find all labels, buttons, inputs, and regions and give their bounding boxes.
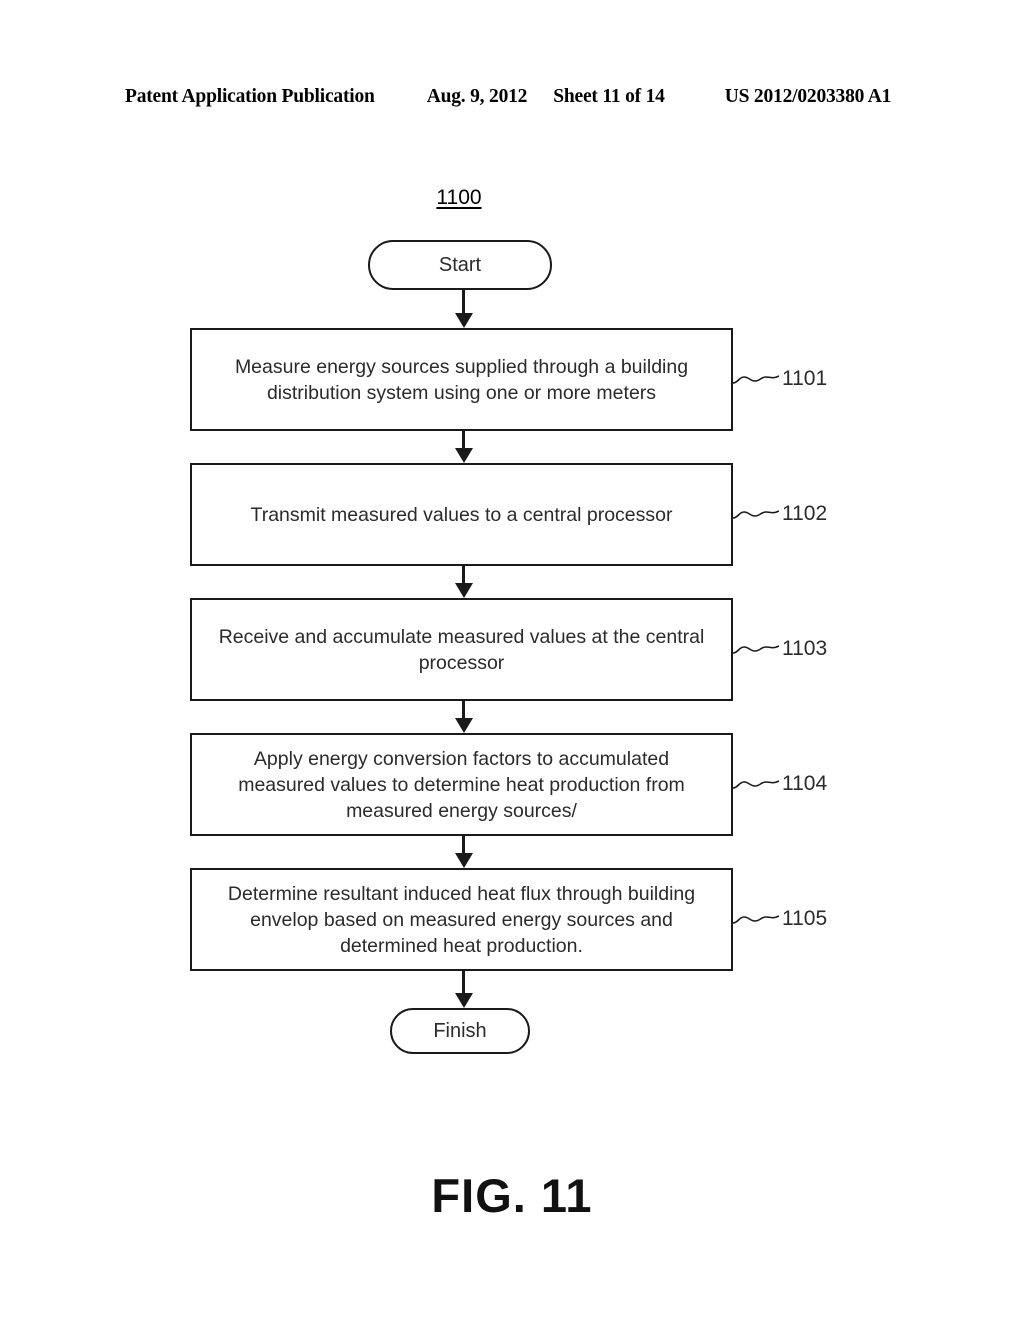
callout-1101: 1101 [733, 366, 827, 392]
finish-node-label: Finish [433, 1019, 487, 1042]
flowchart-start-node: Start [368, 240, 552, 290]
connector-stem [462, 566, 465, 584]
arrowhead-icon [455, 718, 473, 733]
connector-arrow-start-to-1101 [455, 290, 473, 328]
flowchart-step-1103: Receive and accumulate measured values a… [190, 598, 733, 701]
connector-arrow-1102-to-1103 [455, 566, 473, 598]
arrowhead-icon [455, 583, 473, 598]
step-1102-text: Transmit measured values to a central pr… [250, 503, 673, 526]
connector-arrow-1104-to-1105 [455, 836, 473, 868]
wavy-leader-line-icon [733, 645, 779, 654]
flowchart-step-1105: Determine resultant induced heat flux th… [190, 868, 733, 971]
step-1105-text: Determine resultant induced heat flux th… [227, 882, 696, 957]
connector-arrow-1105-to-finish [455, 971, 473, 1008]
wavy-leader-line-icon [733, 375, 779, 384]
step-1101-reference-number: 1101 [782, 367, 828, 390]
figure-caption: FIG. 11 [431, 1169, 593, 1222]
step-1104-reference-number: 1104 [782, 772, 828, 795]
arrowhead-icon [455, 853, 473, 868]
arrowhead-icon [455, 993, 473, 1008]
step-1105-reference-number: 1105 [782, 907, 828, 930]
flowchart-step-1102: Transmit measured values to a central pr… [190, 463, 733, 566]
flowchart-step-1104: Apply energy conversion factors to accum… [190, 733, 733, 836]
step-1102-reference-number: 1102 [782, 502, 828, 525]
arrowhead-icon [455, 313, 473, 328]
step-1103-text: Receive and accumulate measured values a… [218, 625, 705, 674]
flowchart-diagram: 1100 Start Measure energy sources suppli… [0, 0, 1024, 1320]
wavy-leader-line-icon [733, 780, 779, 789]
connector-stem [462, 971, 465, 994]
step-1103-reference-number: 1103 [782, 637, 828, 660]
connector-stem [462, 431, 465, 449]
flowchart-step-1101: Measure energy sources supplied through … [190, 328, 733, 431]
callout-1103: 1103 [733, 636, 827, 662]
diagram-reference-number: 1100 [436, 186, 482, 209]
connector-stem [462, 290, 465, 314]
connector-stem [462, 836, 465, 854]
callout-1105: 1105 [733, 906, 827, 932]
connector-arrow-1101-to-1102 [455, 431, 473, 463]
wavy-leader-line-icon [733, 510, 779, 519]
step-1104-text: Apply energy conversion factors to accum… [238, 747, 685, 822]
flowchart-finish-node: Finish [390, 1008, 530, 1054]
step-1101-text: Measure energy sources supplied through … [234, 355, 689, 404]
wavy-leader-line-icon [733, 915, 779, 924]
start-node-label: Start [438, 253, 482, 276]
callout-1102: 1102 [733, 501, 827, 527]
callout-1104: 1104 [733, 771, 827, 797]
connector-arrow-1103-to-1104 [455, 701, 473, 733]
connector-stem [462, 701, 465, 719]
arrowhead-icon [455, 448, 473, 463]
